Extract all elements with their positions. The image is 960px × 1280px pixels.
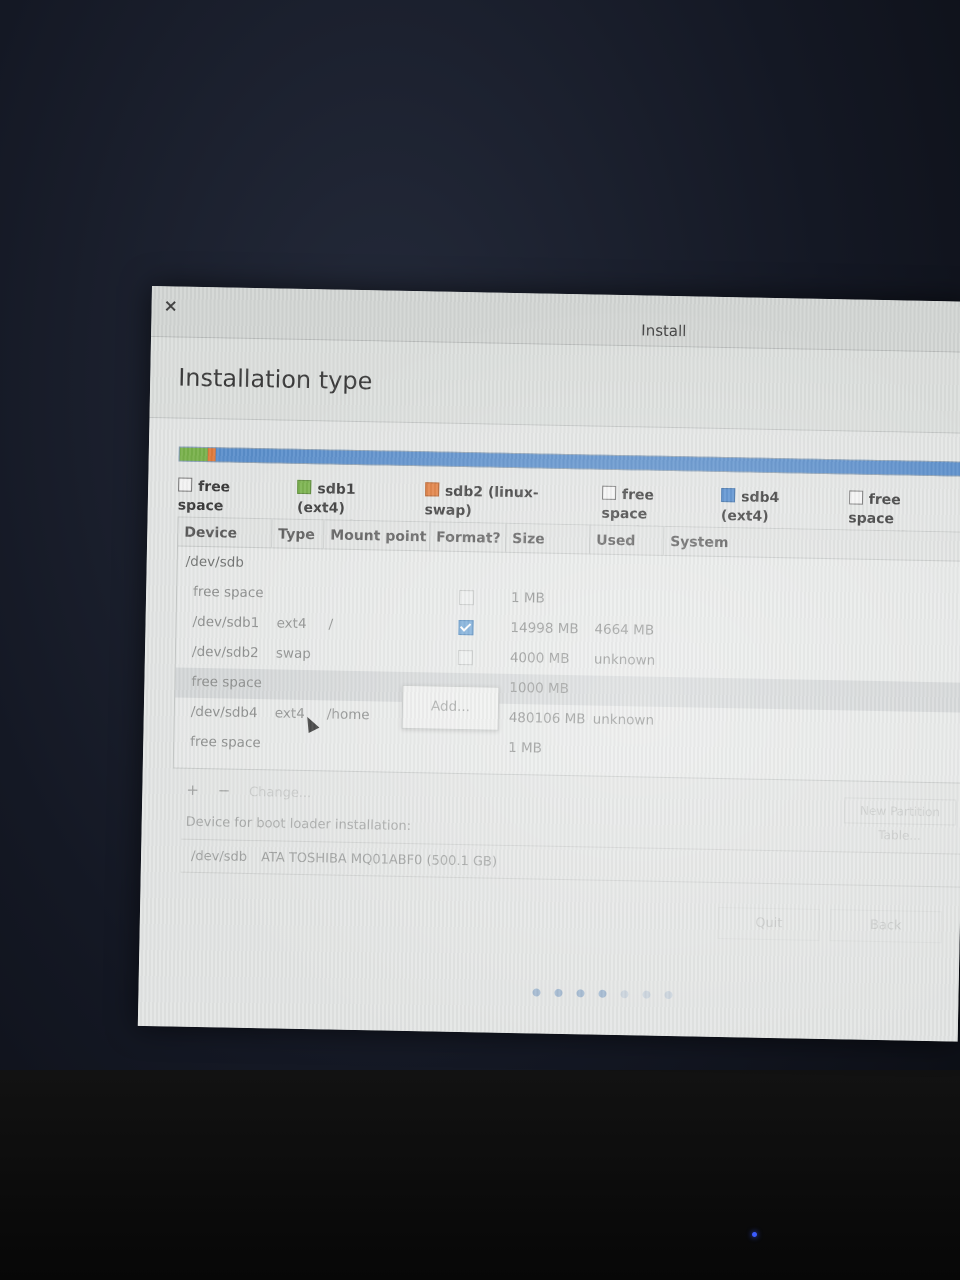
change-partition-button[interactable]: Change... [249,785,311,801]
free-space-swatch-icon [178,477,193,492]
column-header-size[interactable]: Size [505,523,591,554]
page-title: Installation type [177,363,373,396]
partition-toolbar: + − Change... [186,781,325,802]
step-dot [642,990,651,999]
step-dot [532,988,541,997]
row-mount: / [328,616,334,633]
step-indicator [532,981,686,1003]
context-menu: Add... [401,684,500,731]
quit-button[interactable]: Quit [717,906,821,941]
close-icon[interactable]: × [163,296,178,316]
row-device: /dev/sdb2 [191,643,259,662]
row-size: 1 MB [508,739,543,757]
step-dot [664,990,673,1000]
column-header-used[interactable]: Used [589,525,665,555]
row-size: 1 MB [510,589,546,607]
boot-loader-select[interactable]: /dev/sdb ATA TOSHIBA MQ01ABF0 (500.1 GB) [180,838,960,888]
row-device: free space [191,673,263,692]
row-used: unknown [593,651,656,669]
row-device: free space [192,583,264,602]
page-header: Installation type [149,336,960,434]
partition-bar [178,446,960,477]
ext4-swatch-icon [297,479,312,495]
partition-bar-sdb4 [215,448,960,476]
format-checkbox[interactable] [458,589,475,606]
row-size: 480106 MB [508,709,586,728]
new-partition-table-button[interactable]: New Partition Table... [843,797,957,843]
partition-content: free space 1.0 MB sdb1 (ext4) 15.0 GB sd… [137,417,960,1042]
column-header-mount[interactable]: Mount point [323,520,431,551]
step-dot [620,990,629,999]
remove-partition-button[interactable]: − [218,781,231,799]
installer-window: × Install Installation type free space 1… [137,286,960,1042]
row-type: ext4 [274,705,305,723]
column-header-type[interactable]: Type [272,519,325,549]
row-device: /dev/sdb4 [190,703,258,722]
free-space-swatch-icon [848,490,863,505]
laptop-bezel [0,1070,960,1280]
column-header-device[interactable]: Device [178,517,273,548]
step-dot [554,988,563,998]
row-mount: /home [326,706,370,724]
row-device: free space [190,733,261,752]
back-button[interactable]: Back [829,909,943,944]
row-used: unknown [592,711,655,729]
add-partition-button[interactable]: + [186,781,199,799]
row-type: ext4 [276,615,307,633]
row-size: 4000 MB [509,649,570,668]
window-title: Install [641,321,687,341]
row-device: /dev/sdb [185,553,244,571]
step-dot [576,989,585,998]
format-checkbox[interactable] [458,619,474,636]
ext4-swatch-icon [721,487,736,503]
row-size: 1000 MB [509,679,570,698]
free-space-swatch-icon [601,485,617,500]
row-device: /dev/sdb1 [192,613,260,632]
boot-device: /dev/sdb [190,848,248,865]
boot-loader-label: Device for boot loader installation: [185,814,412,835]
partition-bar-sdb2 [207,448,216,462]
row-type: swap [275,645,312,663]
legend-label: sdb2 (linux-swap) [424,483,539,520]
boot-device-name: ATA TOSHIBA MQ01ABF0 (500.1 GB) [260,850,498,870]
row-used: 4664 MB [594,621,655,639]
partition-bar-sdb1 [179,447,208,462]
step-dot [598,989,607,998]
partition-table: Device Type Mount point Format? Size Use… [172,516,960,784]
swap-swatch-icon [424,482,440,497]
format-checkbox[interactable] [457,649,474,666]
column-header-format[interactable]: Format? [429,522,507,552]
power-led [752,1232,757,1237]
add-menu-item[interactable]: Add... [431,698,470,715]
row-size: 14998 MB [510,619,579,638]
column-header-system[interactable]: System [664,527,960,561]
